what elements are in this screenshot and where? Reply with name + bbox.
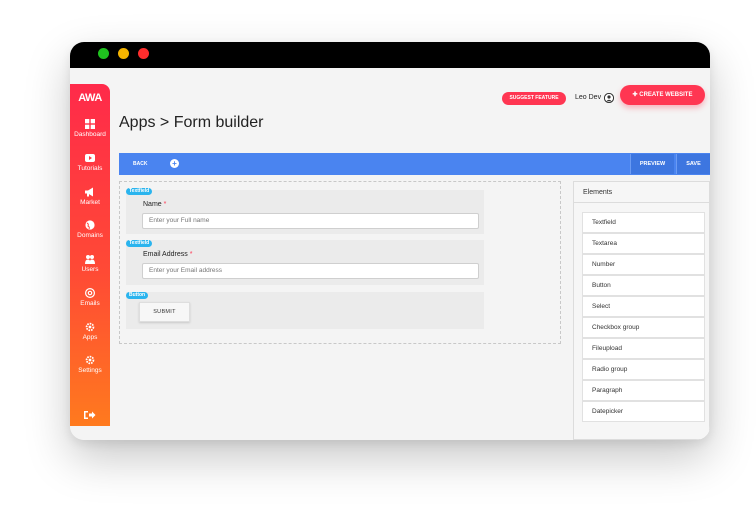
element-item-checkbox-group[interactable]: Checkbox group bbox=[582, 317, 705, 338]
field-type-badge: Textfield bbox=[126, 188, 153, 195]
globe-icon bbox=[85, 220, 95, 230]
field-label-text: Email Address bbox=[143, 251, 188, 258]
app-screen: AWA Dashboard Tutorials Market Domains U… bbox=[70, 68, 710, 440]
element-item-textfield[interactable]: Textfield bbox=[582, 212, 705, 233]
element-item-fileupload[interactable]: Fileupload bbox=[582, 338, 705, 359]
dashboard-icon bbox=[85, 119, 95, 129]
elements-panel: Elements Textfield Textarea Number Butto… bbox=[573, 181, 710, 440]
back-button[interactable]: BACK bbox=[133, 153, 147, 175]
field-label-text: Name bbox=[143, 201, 162, 208]
device-frame: AWA Dashboard Tutorials Market Domains U… bbox=[70, 42, 710, 440]
element-item-paragraph[interactable]: Paragraph bbox=[582, 380, 705, 401]
form-field-button[interactable]: Button SUBMIT bbox=[126, 292, 484, 329]
form-canvas[interactable]: Textfield Name * Enter your Full name Te… bbox=[119, 181, 561, 344]
gear-icon bbox=[85, 322, 95, 332]
name-input[interactable]: Enter your Full name bbox=[142, 213, 479, 229]
element-item-button[interactable]: Button bbox=[582, 275, 705, 296]
sidebar-item-label: Domains bbox=[77, 232, 103, 239]
sidebar-item-dashboard[interactable]: Dashboard bbox=[70, 119, 110, 149]
at-icon bbox=[85, 288, 95, 298]
user-name: Leo Dev bbox=[575, 94, 602, 101]
sidebar-item-label: Users bbox=[81, 266, 99, 273]
save-button[interactable]: SAVE bbox=[676, 154, 710, 174]
app-logo: AWA bbox=[78, 92, 102, 104]
window-maximize-button[interactable] bbox=[98, 48, 109, 59]
suggest-feature-button[interactable]: SUGGEST FEATURE bbox=[502, 92, 566, 105]
field-label: Email Address * bbox=[143, 250, 192, 259]
element-item-select[interactable]: Select bbox=[582, 296, 705, 317]
settings-icon bbox=[85, 355, 95, 365]
element-item-number[interactable]: Number bbox=[582, 254, 705, 275]
user-avatar-icon[interactable] bbox=[604, 93, 614, 103]
sidebar-item-users[interactable]: Users bbox=[70, 254, 110, 284]
element-item-radio-group[interactable]: Radio group bbox=[582, 359, 705, 380]
sidebar-item-label: Dashboard bbox=[74, 131, 106, 138]
elements-panel-title: Elements bbox=[574, 182, 710, 203]
field-type-badge: Textfield bbox=[126, 240, 153, 247]
sidebar-item-label: Emails bbox=[80, 300, 100, 307]
field-label: Name * bbox=[143, 200, 166, 209]
page-title: Apps > Form builder bbox=[119, 114, 264, 131]
create-website-label: CREATE WEBSITE bbox=[639, 92, 693, 98]
form-field-name[interactable]: Textfield Name * Enter your Full name bbox=[126, 188, 484, 234]
window-minimize-button[interactable] bbox=[118, 48, 129, 59]
sidebar-item-label: Settings bbox=[78, 367, 102, 374]
element-item-datepicker[interactable]: Datepicker bbox=[582, 401, 705, 422]
sidebar-item-apps[interactable]: Apps bbox=[70, 322, 110, 352]
email-input[interactable]: Enter your Email address bbox=[142, 263, 479, 279]
window-titlebar bbox=[70, 42, 710, 68]
users-icon bbox=[85, 255, 95, 264]
required-marker: * bbox=[189, 251, 193, 258]
element-item-textarea[interactable]: Textarea bbox=[582, 233, 705, 254]
sidebar-item-label: Tutorials bbox=[77, 165, 103, 172]
submit-button[interactable]: SUBMIT bbox=[139, 302, 190, 322]
add-element-icon[interactable]: + bbox=[170, 159, 179, 168]
sidebar-item-tutorials[interactable]: Tutorials bbox=[70, 153, 110, 183]
preview-button[interactable]: PREVIEW bbox=[630, 154, 674, 174]
field-type-badge: Button bbox=[126, 292, 149, 299]
window-close-button[interactable] bbox=[138, 48, 149, 59]
play-icon bbox=[85, 154, 95, 162]
sidebar-item-settings[interactable]: Settings bbox=[70, 355, 110, 385]
create-website-button[interactable]: ✚ CREATE WEBSITE bbox=[620, 85, 705, 105]
sidebar-item-emails[interactable]: Emails bbox=[70, 288, 110, 318]
logout-icon[interactable] bbox=[84, 410, 96, 420]
form-field-email[interactable]: Textfield Email Address * Enter your Ema… bbox=[126, 240, 484, 285]
required-marker: * bbox=[163, 201, 167, 208]
sidebar-item-label: Apps bbox=[82, 334, 98, 341]
megaphone-icon bbox=[85, 187, 93, 197]
sidebar-item-domains[interactable]: Domains bbox=[70, 220, 110, 250]
sidebar-item-label: Market bbox=[80, 199, 100, 206]
builder-toolbar: BACK + PREVIEW SAVE bbox=[119, 153, 710, 175]
sidebar-item-market[interactable]: Market bbox=[70, 187, 110, 217]
sidebar: AWA Dashboard Tutorials Market Domains U… bbox=[70, 84, 110, 426]
